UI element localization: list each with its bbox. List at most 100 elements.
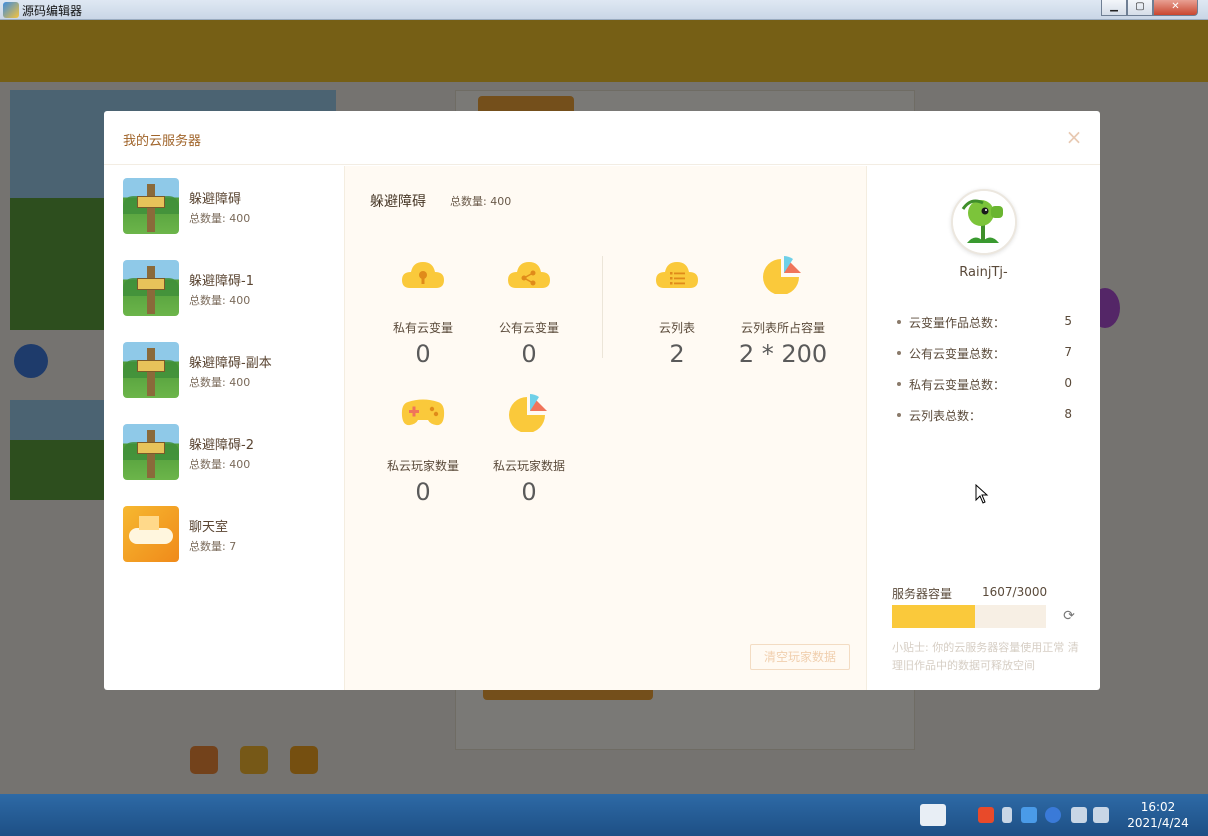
window-title: 源码编辑器: [22, 4, 83, 18]
summary-key: 私有云变量总数：: [909, 378, 1006, 392]
list-item[interactable]: 躲避障碍-1 总数量: 400: [123, 260, 333, 318]
bullet-icon: [897, 413, 901, 417]
stat-value: 0: [415, 478, 431, 506]
maximize-button[interactable]: ▢: [1127, 0, 1153, 16]
cloud-server-dialog: 我的云服务器 × 躲避障碍 总数量: 400 躲避障碍-1 总数量: 400 躲…: [104, 111, 1100, 690]
clock-date: 2021/4/24: [1127, 816, 1189, 830]
avatar[interactable]: [951, 189, 1017, 255]
capacity-label: 服务器容量: [892, 587, 953, 601]
summary-key: 公有云变量总数：: [909, 347, 1006, 361]
project-count: 总数量: 400: [189, 376, 251, 389]
taskbar: 16:02 2021/4/24: [0, 794, 1208, 836]
stat-value: 2 * 200: [738, 340, 828, 368]
project-name: 躲避障碍-1: [189, 274, 254, 289]
shield-icon[interactable]: [1021, 807, 1037, 823]
stat-cloud-list-capacity: 云列表所占容量 2 * 200: [728, 254, 838, 374]
sogou-input-icon[interactable]: [978, 807, 994, 823]
list-item[interactable]: 躲避障碍-副本 总数量: 400: [123, 342, 333, 400]
profile-panel: RainjTj- 云变量作品总数： 5 公有云变量总数： 7 私有云变量总数： …: [867, 166, 1100, 690]
project-name: 聊天室: [189, 520, 229, 535]
bullet-icon: [897, 320, 901, 324]
cloud-list-icon: [656, 262, 698, 288]
refresh-icon[interactable]: ⟳: [1060, 607, 1078, 625]
summary-value: 8: [1064, 407, 1072, 421]
project-thumbnail: [123, 506, 179, 562]
gamepad-icon: [401, 399, 445, 426]
list-item[interactable]: 聊天室 总数量: 7: [123, 506, 333, 564]
capacity-value: 1607/3000: [982, 585, 1048, 599]
stat-value: 0: [521, 478, 537, 506]
capacity-bar: [892, 605, 1046, 628]
system-tray: [905, 794, 1135, 836]
network-icon[interactable]: [1071, 807, 1087, 823]
stat-label: 私云玩家数量: [386, 459, 459, 473]
app-icon: [3, 2, 19, 18]
stats-divider: [602, 256, 603, 358]
summary-value: 0: [1064, 376, 1072, 390]
stat-private-player-data: 私云玩家数据 0: [474, 392, 584, 512]
dialog-title: 我的云服务器: [123, 134, 202, 149]
volume-icon[interactable]: [1093, 807, 1109, 823]
stat-value: 0: [521, 340, 537, 368]
project-name: 躲避障碍-副本: [189, 356, 272, 371]
project-name: 躲避障碍: [189, 192, 242, 207]
username: RainjTj-: [959, 265, 1008, 280]
detail-total: 总数量: 400: [450, 195, 512, 208]
stat-private-players: 私云玩家数量 0: [368, 392, 478, 512]
list-item[interactable]: 躲避障碍 总数量: 400: [123, 178, 333, 236]
stat-value: 0: [415, 340, 431, 368]
summary-value: 5: [1064, 314, 1072, 328]
dialog-header: 我的云服务器 ×: [104, 111, 1100, 165]
peashooter-avatar-icon: [953, 191, 1015, 253]
summary-row: 公有云变量总数： 7: [897, 345, 1072, 376]
stat-label: 云列表所占容量: [740, 321, 825, 335]
summary-row: 云变量作品总数： 5: [897, 314, 1072, 345]
summary-row: 云列表总数： 8: [897, 407, 1072, 438]
project-thumbnail: [123, 342, 179, 398]
stat-private-cloud-vars: 私有云变量 0: [368, 254, 478, 374]
capacity-tip: 小贴士: 你的云服务器容量使用正常 清理旧作品中的数据可释放空间: [892, 641, 1079, 672]
summary-row: 私有云变量总数： 0: [897, 376, 1072, 407]
bullet-icon: [897, 351, 901, 355]
project-count: 总数量: 400: [189, 212, 251, 225]
stat-label: 私云玩家数据: [492, 459, 565, 473]
stat-label: 私有云变量: [392, 321, 453, 335]
summary-key: 云变量作品总数：: [909, 316, 1006, 330]
capacity-bar-fill: [892, 605, 975, 628]
project-thumbnail: [123, 260, 179, 316]
list-item[interactable]: 躲避障碍-2 总数量: 400: [123, 424, 333, 482]
window-close-button[interactable]: ✕: [1153, 0, 1198, 16]
detail-title: 躲避障碍: [370, 194, 426, 210]
pie-chart-icon: [509, 394, 547, 432]
clear-player-data-button[interactable]: 清空玩家数据: [750, 644, 850, 670]
project-count: 总数量: 400: [189, 458, 251, 471]
project-thumbnail: [123, 424, 179, 480]
project-thumbnail: [123, 178, 179, 234]
stat-cloud-lists: 云列表 2: [622, 254, 732, 374]
bullet-icon: [897, 382, 901, 386]
tray-arrow-icon[interactable]: [1002, 807, 1012, 823]
pie-chart-icon: [763, 256, 801, 294]
app-tray-icon[interactable]: [1045, 807, 1061, 823]
minimize-button[interactable]: ▁: [1101, 0, 1127, 16]
stat-label: 公有云变量: [498, 321, 559, 335]
project-name: 躲避障碍-2: [189, 438, 254, 453]
cloud-lock-icon: [402, 262, 444, 288]
close-icon[interactable]: ×: [1064, 127, 1084, 147]
stat-public-cloud-vars: 公有云变量 0: [474, 254, 584, 374]
project-list: 躲避障碍 总数量: 400 躲避障碍-1 总数量: 400 躲避障碍-副本 总数…: [104, 166, 344, 690]
clock-time: 16:02: [1140, 800, 1176, 814]
project-detail-panel: 躲避障碍 总数量: 400 私有云变量 0 公有云变量 0 云列表 2 云列表所…: [344, 166, 867, 690]
summary-key: 云列表总数：: [909, 409, 982, 423]
summary-value: 7: [1064, 345, 1072, 359]
project-count: 总数量: 7: [189, 540, 237, 553]
project-count: 总数量: 400: [189, 294, 251, 307]
cloud-share-icon: [508, 262, 550, 288]
cloud-summary: 云变量作品总数： 5 公有云变量总数： 7 私有云变量总数： 0 云列表总数： …: [897, 314, 1072, 438]
stat-value: 2: [669, 340, 685, 368]
mouse-cursor-icon: [975, 484, 989, 504]
stat-label: 云列表: [658, 321, 695, 335]
clock[interactable]: 16:02 2021/4/24: [1118, 799, 1198, 831]
window-title-bar: 源码编辑器 ▁ ▢ ✕: [0, 0, 1208, 20]
pen-input-icon[interactable]: [920, 804, 946, 826]
